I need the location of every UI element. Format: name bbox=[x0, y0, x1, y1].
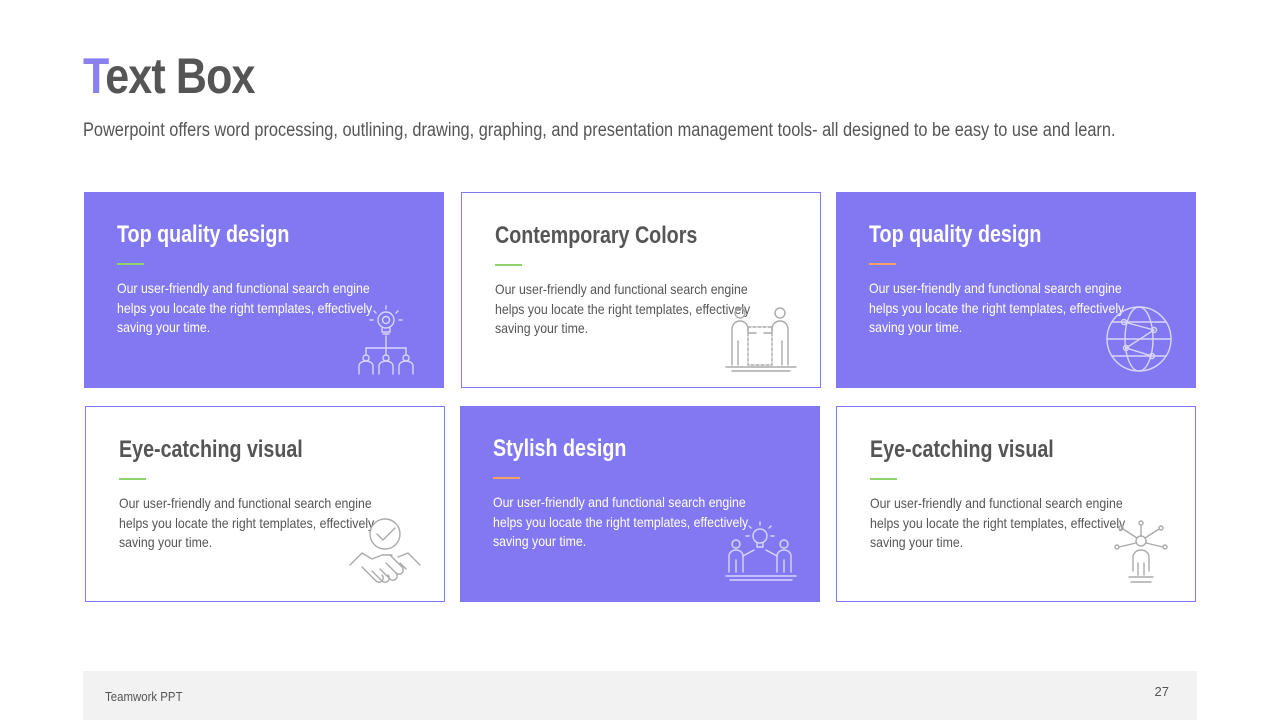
card-accent-line bbox=[869, 263, 896, 265]
globe-network-icon bbox=[1104, 304, 1174, 374]
card-title: Stylish design bbox=[493, 435, 627, 462]
card-top-quality-design-1[interactable]: Top quality design Our user-friendly and… bbox=[84, 192, 444, 388]
card-title: Contemporary Colors bbox=[495, 222, 698, 249]
card-accent-line bbox=[493, 477, 520, 479]
person-network-icon bbox=[1111, 519, 1171, 589]
card-accent-line bbox=[119, 478, 146, 480]
team-idea-icon bbox=[724, 518, 798, 586]
card-top-quality-design-2[interactable]: Top quality design Our user-friendly and… bbox=[836, 192, 1196, 388]
card-title: Top quality design bbox=[869, 221, 1042, 248]
card-eye-catching-visual-1[interactable]: Eye-catching visual Our user-friendly an… bbox=[85, 406, 445, 602]
handshake-check-icon bbox=[348, 517, 422, 591]
lightbulb-team-icon bbox=[354, 302, 418, 378]
card-accent-line bbox=[495, 264, 522, 266]
card-accent-line bbox=[117, 263, 144, 265]
card-title: Eye-catching visual bbox=[119, 436, 303, 463]
footer-label: Teamwork PPT bbox=[105, 689, 183, 704]
page-number: 27 bbox=[1154, 684, 1169, 699]
card-stylish-design[interactable]: Stylish design Our user-friendly and fun… bbox=[460, 406, 820, 602]
card-title: Eye-catching visual bbox=[870, 436, 1054, 463]
card-title: Top quality design bbox=[117, 221, 290, 248]
card-contemporary-colors[interactable]: Contemporary Colors Our user-friendly an… bbox=[461, 192, 821, 388]
card-description: Our user-friendly and functional search … bbox=[870, 495, 1126, 550]
page-title: Text Box bbox=[83, 48, 255, 104]
page-subtitle: Powerpoint offers word processing, outli… bbox=[83, 120, 1116, 141]
partners-icon bbox=[724, 305, 798, 373]
title-rest: ext Box bbox=[105, 48, 255, 104]
footer-bar: Teamwork PPT 27 bbox=[83, 671, 1197, 720]
title-first-letter: T bbox=[83, 48, 106, 104]
card-accent-line bbox=[870, 478, 897, 480]
card-eye-catching-visual-2[interactable]: Eye-catching visual Our user-friendly an… bbox=[836, 406, 1196, 602]
